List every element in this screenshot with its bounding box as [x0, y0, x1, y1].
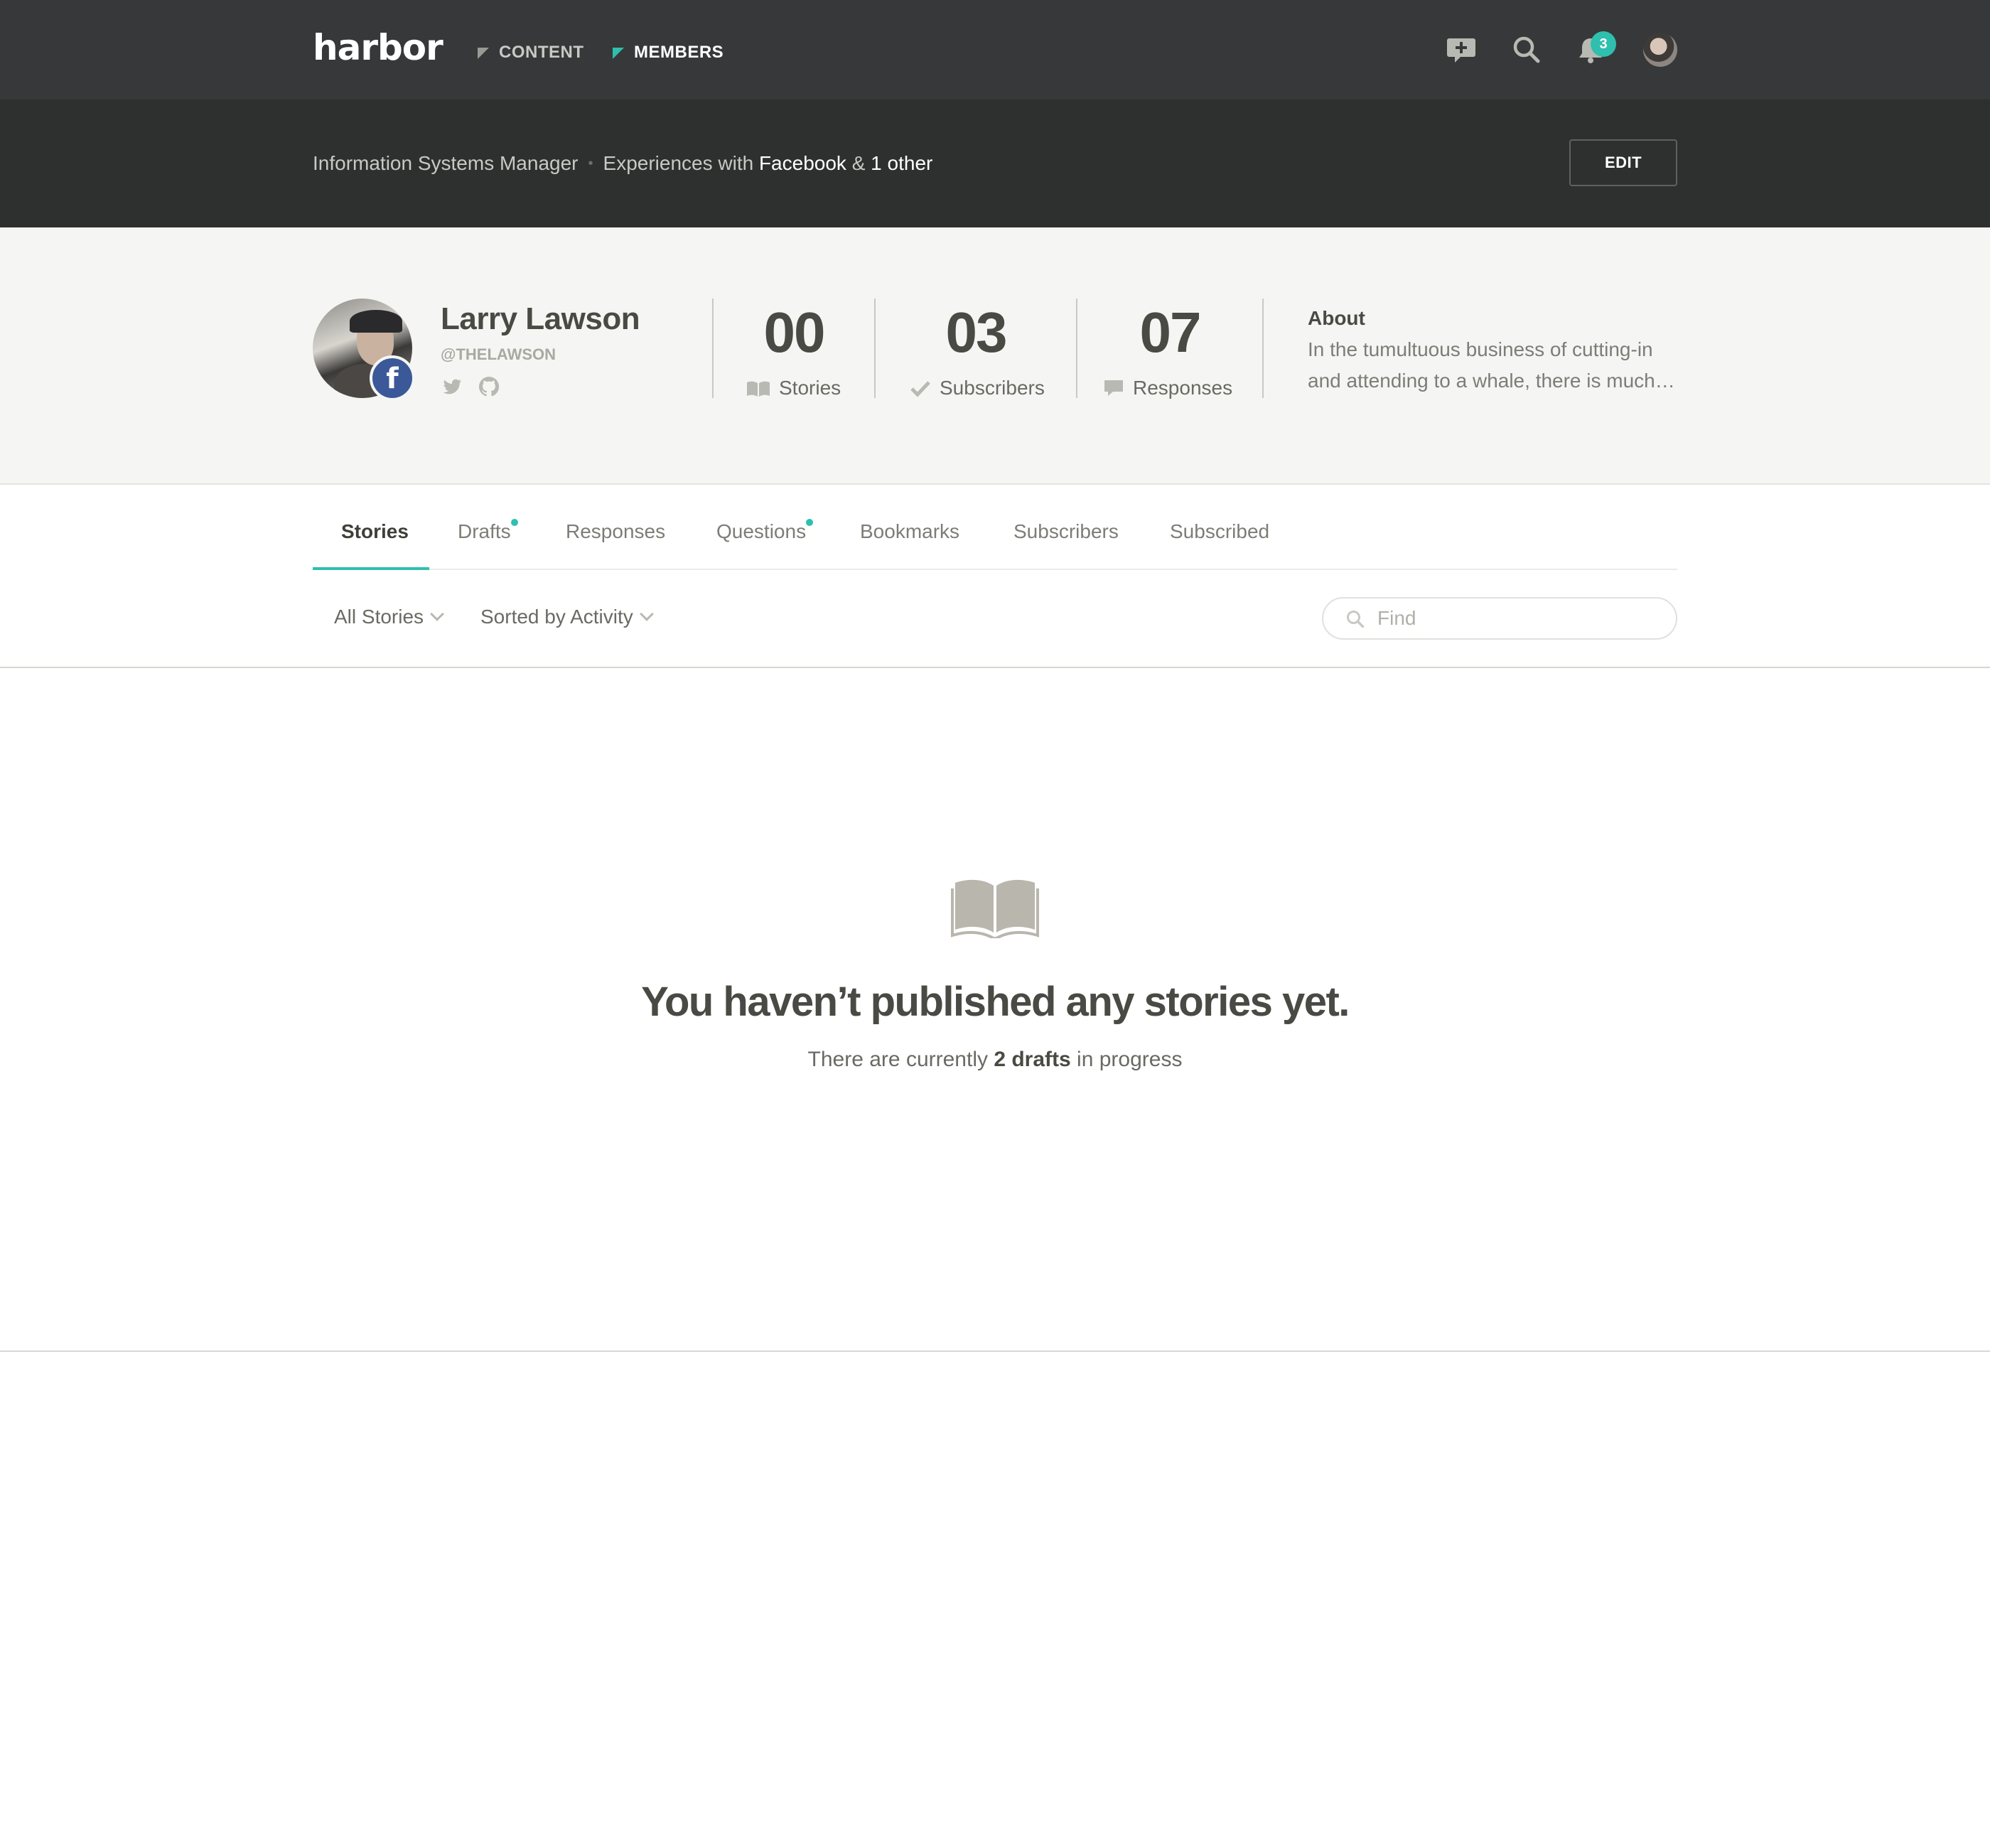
responses-count: 07 — [1139, 301, 1202, 364]
sort-value: Sorted by Activity — [480, 606, 633, 628]
profile-subheader: Information Systems Manager • Experiences … — [0, 100, 1990, 227]
open-book-icon — [951, 879, 1039, 938]
empty-state-title: You haven’t published any stories yet. — [641, 979, 1350, 1025]
edit-profile-button[interactable]: EDIT — [1569, 139, 1677, 186]
tab-responses[interactable]: Responses — [566, 520, 665, 543]
scope-dropdown[interactable]: All Stories — [334, 606, 444, 628]
tab-label: Stories — [341, 520, 409, 542]
nav-item-content[interactable]: CONTENT — [478, 43, 584, 63]
empty-state-message: There are currently 2 drafts in progress — [0, 1048, 1990, 1072]
tab-label: Bookmarks — [860, 520, 960, 542]
speech-bubble-icon — [1104, 380, 1123, 396]
experience-other-link[interactable]: 1 other — [871, 152, 932, 174]
find-input[interactable] — [1377, 606, 1662, 631]
top-nav: harbor CONTENT MEMBERS 3 — [0, 0, 1990, 100]
scope-value: All Stories — [334, 606, 424, 628]
tab-label: Responses — [566, 520, 666, 542]
search-icon[interactable] — [1511, 34, 1542, 65]
tab-label: Subscribed — [1170, 520, 1270, 542]
divider — [0, 667, 1990, 668]
stories-count: 00 — [763, 301, 826, 364]
nav-item-members[interactable]: MEMBERS — [613, 43, 724, 63]
tab-subscribers[interactable]: Subscribers — [1013, 520, 1119, 543]
stat-stories[interactable]: Stories — [746, 377, 841, 399]
triangle-icon — [613, 48, 624, 59]
job-title: Information Systems Manager — [313, 152, 579, 174]
triangle-icon — [478, 48, 489, 59]
tab-label: Subscribers — [1013, 520, 1119, 542]
profile-tabs: Stories Drafts Responses Questions Bookm… — [313, 485, 1677, 570]
tab-stories[interactable]: Stories — [341, 520, 409, 543]
experience-facebook-link[interactable]: Facebook — [759, 152, 846, 174]
divider — [0, 1350, 1990, 1352]
empty-state-suffix: in progress — [1077, 1048, 1183, 1071]
experience-join: & — [851, 152, 866, 174]
unread-dot — [510, 519, 518, 526]
harbor-logo[interactable]: harbor — [313, 27, 443, 68]
tab-label: Questions — [716, 520, 807, 542]
divider — [1262, 299, 1264, 398]
chevron-down-icon — [639, 607, 654, 621]
stat-label: Subscribers — [940, 377, 1045, 399]
tab-subscribed[interactable]: Subscribed — [1170, 520, 1269, 543]
chevron-down-icon — [430, 607, 444, 621]
search-icon — [1347, 611, 1365, 628]
drafts-count-link[interactable]: 2 drafts — [994, 1048, 1070, 1071]
twitter-icon[interactable] — [441, 375, 463, 398]
experience-prefix: Experiences with — [603, 152, 754, 174]
profile-summary: Information Systems Manager • Experiences … — [313, 152, 932, 175]
find-box — [1322, 597, 1677, 640]
profile-handle: @THELAWSON — [441, 345, 556, 363]
nav-item-label: MEMBERS — [634, 43, 724, 62]
separator-dot: • — [588, 156, 593, 171]
tab-questions[interactable]: Questions — [716, 519, 814, 543]
tab-drafts[interactable]: Drafts — [458, 519, 518, 543]
sort-dropdown[interactable]: Sorted by Activity — [480, 606, 654, 628]
github-icon[interactable] — [478, 375, 500, 398]
tab-bookmarks[interactable]: Bookmarks — [860, 520, 959, 543]
book-icon — [747, 381, 770, 397]
active-tab-indicator — [313, 567, 429, 570]
stat-responses[interactable]: Responses — [1103, 377, 1232, 399]
tab-label: Drafts — [458, 520, 511, 542]
subscribers-count: 03 — [945, 301, 1008, 364]
notification-count-badge: 3 — [1591, 31, 1616, 57]
user-avatar[interactable] — [1643, 33, 1677, 67]
facebook-icon: f — [370, 355, 415, 401]
new-post-icon[interactable] — [1446, 34, 1477, 65]
about-text: In the tumultuous business of cutting-in… — [1308, 338, 1675, 392]
nav-item-label: CONTENT — [499, 43, 584, 62]
unread-dot — [806, 519, 814, 526]
stat-label: Stories — [779, 377, 841, 399]
profile-band: f Larry Lawson @THELAWSON 00 Stories 03 … — [0, 227, 1990, 485]
about-heading: About — [1308, 307, 1365, 329]
check-icon — [910, 381, 930, 397]
empty-state-prefix: There are currently — [807, 1048, 988, 1071]
profile-name: Larry Lawson — [441, 301, 640, 336]
stat-subscribers[interactable]: Subscribers — [910, 377, 1045, 399]
stat-label: Responses — [1133, 377, 1233, 399]
